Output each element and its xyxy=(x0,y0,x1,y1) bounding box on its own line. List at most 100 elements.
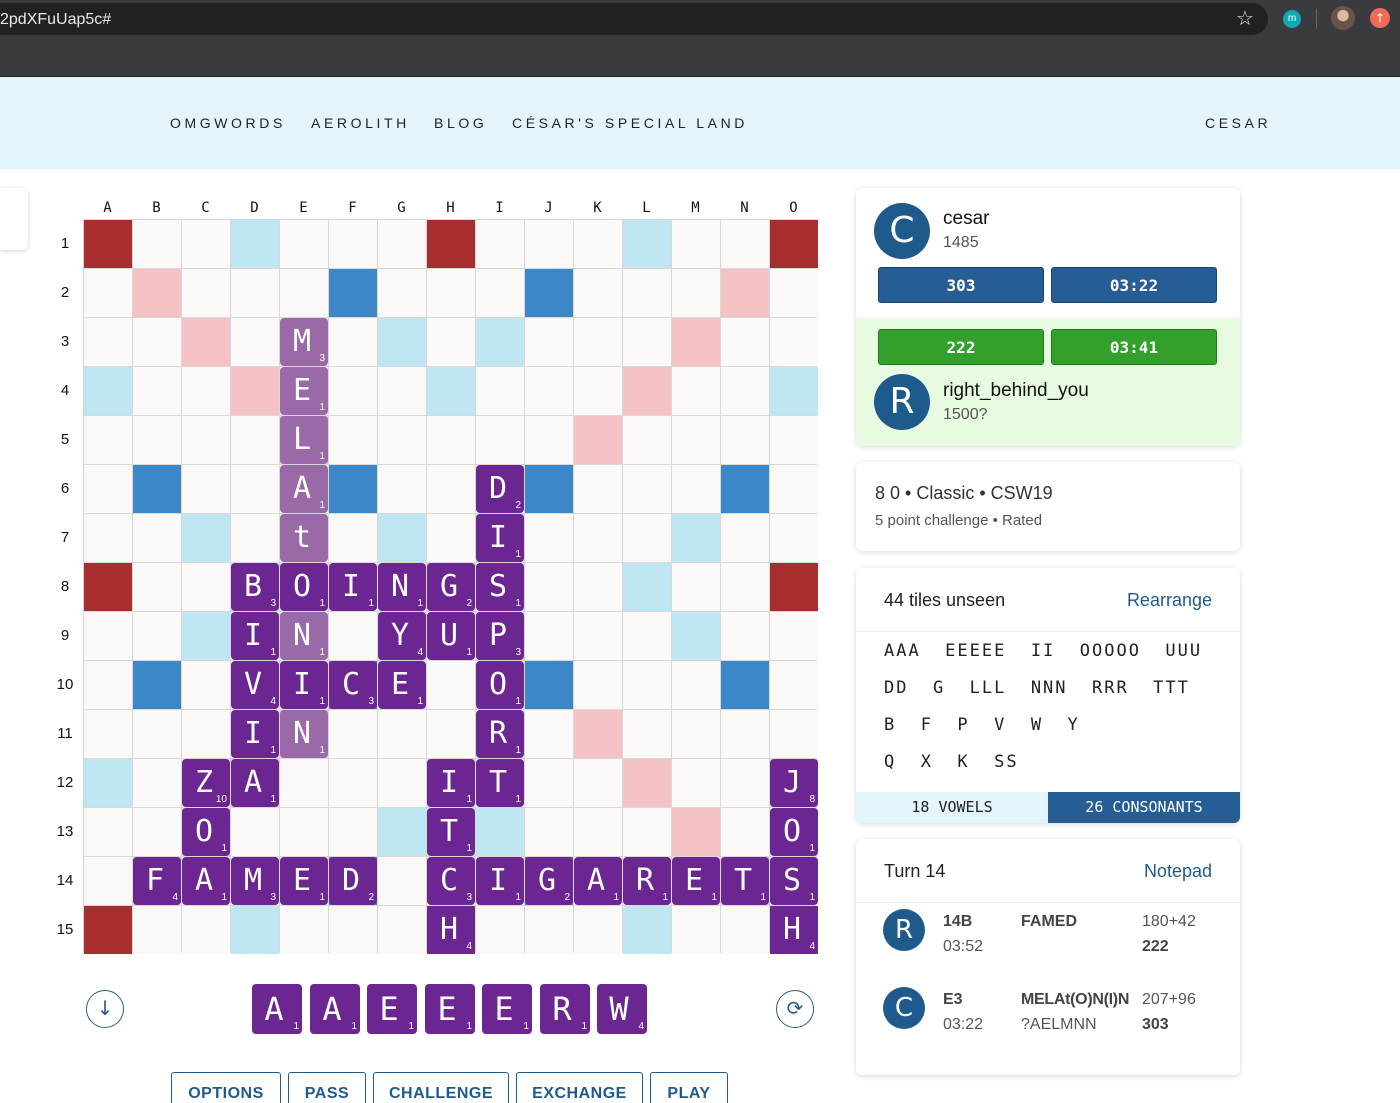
board-square[interactable] xyxy=(623,710,671,758)
board-square[interactable] xyxy=(231,808,279,856)
double-letter-square[interactable] xyxy=(182,514,230,562)
triple-word-square[interactable] xyxy=(84,563,132,611)
board-square[interactable] xyxy=(770,269,818,317)
double-letter-square[interactable] xyxy=(231,220,279,268)
double-word-square[interactable] xyxy=(574,416,622,464)
board-square[interactable] xyxy=(133,514,181,562)
board-square[interactable] xyxy=(476,367,524,415)
board-square[interactable] xyxy=(623,465,671,513)
board-square[interactable] xyxy=(133,367,181,415)
board-square[interactable] xyxy=(182,710,230,758)
board-square[interactable] xyxy=(280,808,328,856)
board-square[interactable] xyxy=(476,906,524,954)
board-square[interactable] xyxy=(84,661,132,709)
rack-tile[interactable]: A1 xyxy=(252,984,302,1034)
board-square[interactable] xyxy=(574,906,622,954)
board-square[interactable] xyxy=(182,465,230,513)
board-square[interactable] xyxy=(329,710,377,758)
rack-tile[interactable]: A1 xyxy=(310,984,360,1034)
board-square[interactable] xyxy=(378,857,426,905)
board-square[interactable] xyxy=(574,514,622,562)
game-board[interactable]: M3E1L1A1tD2I1B3O1I1N1G2S1I1N1Y4U1P3V4I1C… xyxy=(83,219,818,954)
board-square[interactable] xyxy=(476,220,524,268)
triple-letter-square[interactable] xyxy=(525,465,573,513)
double-letter-square[interactable] xyxy=(476,808,524,856)
board-square[interactable] xyxy=(280,220,328,268)
board-square[interactable] xyxy=(280,906,328,954)
board-square[interactable] xyxy=(378,906,426,954)
double-word-square[interactable] xyxy=(182,318,230,366)
board-square[interactable] xyxy=(231,514,279,562)
board-square[interactable] xyxy=(427,416,475,464)
board-square[interactable] xyxy=(84,808,132,856)
board-square[interactable] xyxy=(182,220,230,268)
board-square[interactable] xyxy=(574,220,622,268)
board-square[interactable] xyxy=(84,710,132,758)
double-word-square[interactable] xyxy=(231,367,279,415)
board-square[interactable] xyxy=(770,318,818,366)
board-square[interactable] xyxy=(525,220,573,268)
board-square[interactable] xyxy=(329,612,377,660)
board-square[interactable] xyxy=(133,612,181,660)
board-square[interactable] xyxy=(525,416,573,464)
board-square[interactable] xyxy=(133,808,181,856)
nav-special-land[interactable]: CÉSAR'S SPECIAL LAND xyxy=(512,115,748,131)
board-square[interactable] xyxy=(721,808,769,856)
board-square[interactable] xyxy=(133,563,181,611)
board-square[interactable] xyxy=(525,563,573,611)
board-square[interactable] xyxy=(574,269,622,317)
board-square[interactable] xyxy=(623,318,671,366)
board-square[interactable] xyxy=(574,759,622,807)
board-square[interactable] xyxy=(525,710,573,758)
double-letter-square[interactable] xyxy=(378,514,426,562)
board-square[interactable] xyxy=(231,416,279,464)
board-square[interactable] xyxy=(574,563,622,611)
double-letter-square[interactable] xyxy=(84,367,132,415)
board-square[interactable] xyxy=(672,759,720,807)
board-square[interactable] xyxy=(427,514,475,562)
board-square[interactable] xyxy=(770,514,818,562)
board-square[interactable] xyxy=(574,612,622,660)
arrow-down-circle-icon[interactable]: ↓ xyxy=(86,990,124,1028)
triple-word-square[interactable] xyxy=(427,220,475,268)
board-square[interactable] xyxy=(133,220,181,268)
rack-tile[interactable]: E1 xyxy=(425,984,475,1034)
nav-user-menu[interactable]: CESAR xyxy=(1205,115,1271,131)
board-square[interactable] xyxy=(574,318,622,366)
vowel-count-tab[interactable]: 18 VOWELS xyxy=(856,792,1048,823)
double-word-square[interactable] xyxy=(623,367,671,415)
board-square[interactable] xyxy=(476,416,524,464)
board-square[interactable] xyxy=(574,367,622,415)
double-word-square[interactable] xyxy=(623,759,671,807)
double-letter-square[interactable] xyxy=(623,220,671,268)
double-letter-square[interactable] xyxy=(84,759,132,807)
triple-letter-square[interactable] xyxy=(525,269,573,317)
board-square[interactable] xyxy=(329,759,377,807)
board-square[interactable] xyxy=(182,661,230,709)
board-square[interactable] xyxy=(672,269,720,317)
board-square[interactable] xyxy=(84,514,132,562)
board-square[interactable] xyxy=(721,416,769,464)
profile-avatar[interactable] xyxy=(1331,6,1355,30)
board-square[interactable] xyxy=(329,808,377,856)
board-square[interactable] xyxy=(770,612,818,660)
board-square[interactable] xyxy=(525,808,573,856)
triple-word-square[interactable] xyxy=(770,563,818,611)
play-button[interactable]: PLAY xyxy=(650,1072,728,1103)
triple-letter-square[interactable] xyxy=(133,465,181,513)
board-square[interactable] xyxy=(378,416,426,464)
board-square[interactable] xyxy=(427,465,475,513)
double-letter-square[interactable] xyxy=(623,563,671,611)
board-square[interactable] xyxy=(623,661,671,709)
board-square[interactable] xyxy=(770,710,818,758)
board-square[interactable] xyxy=(721,906,769,954)
board-square[interactable] xyxy=(378,367,426,415)
board-square[interactable] xyxy=(280,269,328,317)
consonant-count-tab[interactable]: 26 CONSONANTS xyxy=(1048,792,1240,823)
triple-letter-square[interactable] xyxy=(721,661,769,709)
board-square[interactable] xyxy=(329,318,377,366)
board-square[interactable] xyxy=(182,906,230,954)
options-button[interactable]: OPTIONS xyxy=(171,1072,281,1103)
board-square[interactable] xyxy=(133,416,181,464)
board-square[interactable] xyxy=(427,318,475,366)
